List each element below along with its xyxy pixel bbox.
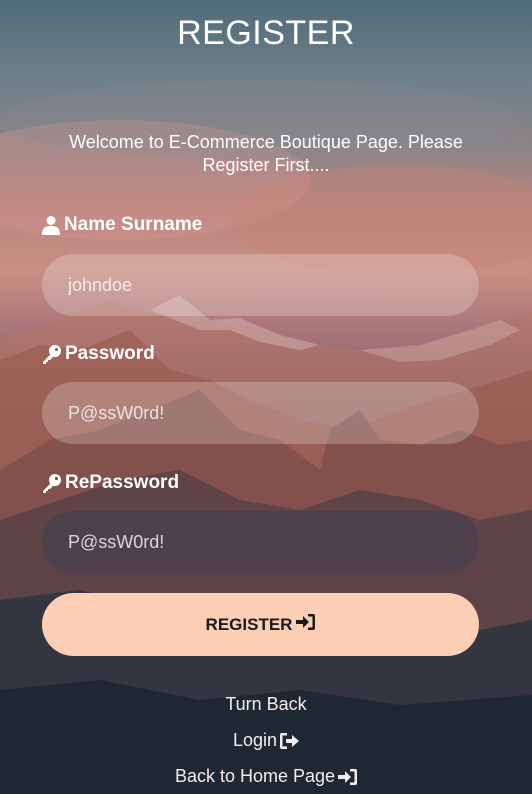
back-to-home-link[interactable]: Back to Home Page — [0, 766, 532, 787]
register-page: REGISTER Welcome to E-Commerce Boutique … — [0, 0, 532, 794]
welcome-message: Welcome to E-Commerce Boutique Page. Ple… — [69, 132, 463, 175]
name-surname-input[interactable] — [42, 254, 479, 316]
sign-in-icon — [338, 768, 358, 785]
repassword-label-text: RePassword — [65, 472, 180, 493]
password-input[interactable] — [42, 382, 479, 444]
user-icon — [41, 215, 61, 235]
name-surname-label: Name Surname — [41, 214, 202, 236]
key-icon — [41, 473, 62, 494]
page-title: REGISTER — [177, 14, 355, 52]
key-icon — [41, 344, 62, 365]
name-surname-label-text: Name Surname — [64, 214, 203, 235]
password-label-text: Password — [65, 343, 155, 364]
sign-in-icon — [296, 614, 316, 635]
register-button[interactable]: REGISTER — [42, 593, 479, 656]
turn-back-link-label: Turn Back — [225, 694, 307, 714]
login-link-label: Login — [232, 730, 278, 750]
sign-out-icon — [280, 732, 300, 749]
back-to-home-link-label: Back to Home Page — [174, 766, 336, 786]
repassword-label: RePassword — [41, 472, 179, 494]
repassword-input[interactable] — [42, 511, 479, 573]
login-link[interactable]: Login — [0, 730, 532, 751]
password-label: Password — [41, 343, 155, 365]
turn-back-link[interactable]: Turn Back — [0, 694, 532, 715]
register-button-label: REGISTER — [205, 614, 293, 634]
